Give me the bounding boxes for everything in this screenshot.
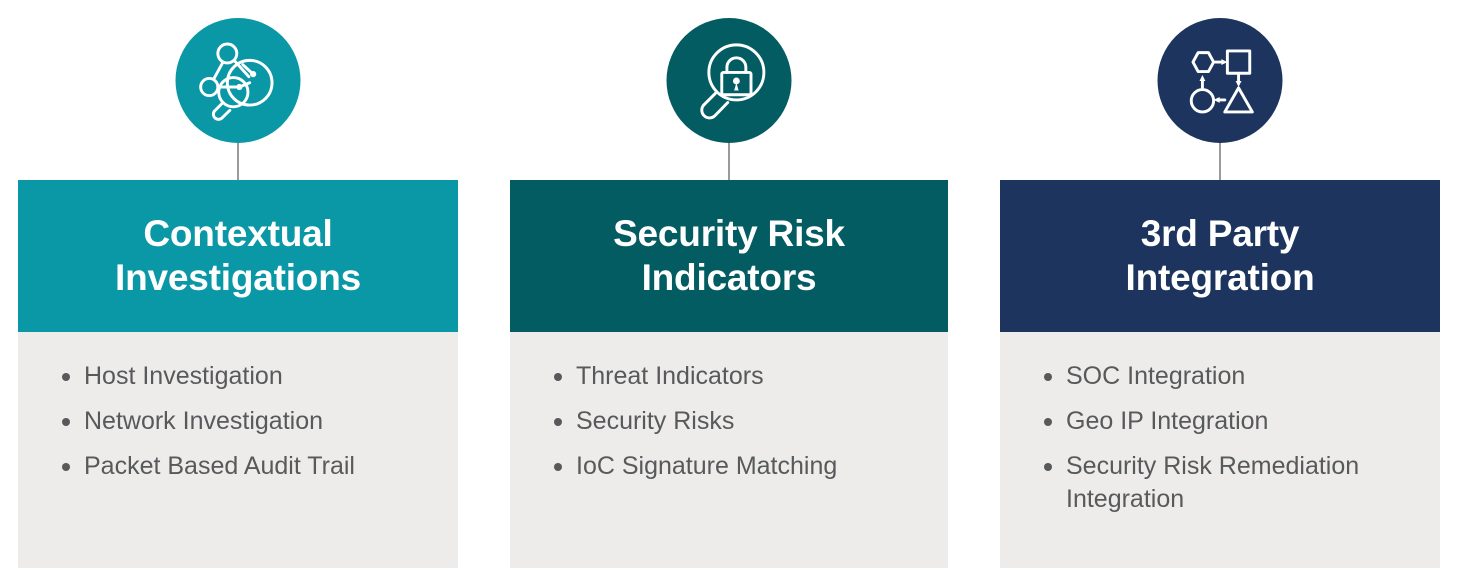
card-title: 3rd Party Integration — [1125, 213, 1315, 298]
card-header-security-risk-indicators: Security Risk Indicators — [510, 180, 948, 332]
shapes-workflow-integration-icon — [1177, 38, 1263, 124]
list-item-label: Packet Based Audit Trail — [84, 452, 355, 480]
bullet-dot-icon — [62, 463, 70, 471]
icon-badge-3rd-party-integration — [1157, 18, 1283, 143]
connector-line — [237, 143, 239, 181]
list-item: Security Risk Remediation Integration — [1022, 450, 1422, 516]
card-header-3rd-party-integration: 3rd Party Integration — [1000, 180, 1440, 332]
card-body-security-risk-indicators: Threat Indicators Security Risks IoC Sig… — [510, 332, 948, 568]
list-item: SOC Integration — [1022, 360, 1422, 393]
bullet-dot-icon — [62, 373, 70, 381]
list-item-label: Security Risk Remediation Integration — [1066, 452, 1360, 513]
feature-column-security-risk-indicators: Security Risk Indicators Threat Indicato… — [510, 0, 948, 584]
bullet-dot-icon — [1044, 373, 1052, 381]
list-item-label: Network Investigation — [84, 407, 324, 435]
card-body-contextual-investigations: Host Investigation Network Investigation… — [18, 332, 458, 568]
bullet-dot-icon — [1044, 418, 1052, 426]
list-item-label: SOC Integration — [1066, 362, 1246, 390]
card-title: Security Risk Indicators — [613, 213, 845, 298]
list-item: Security Risks — [532, 405, 930, 438]
connector-line — [728, 143, 730, 181]
list-item-label: Security Risks — [576, 407, 735, 435]
magnifier-padlock-icon — [686, 38, 772, 124]
feature-list: Threat Indicators Security Risks IoC Sig… — [532, 360, 930, 483]
list-item: Host Investigation — [40, 360, 440, 393]
feature-list: Host Investigation Network Investigation… — [40, 360, 440, 483]
bullet-dot-icon — [554, 373, 562, 381]
card-title: Contextual Investigations — [115, 213, 361, 298]
three-column-feature-diagram: Contextual Investigations Host Investiga… — [0, 0, 1459, 584]
list-item: Network Investigation — [40, 405, 440, 438]
list-item-label: IoC Signature Matching — [576, 452, 838, 480]
list-item-label: Host Investigation — [84, 362, 283, 390]
card-header-contextual-investigations: Contextual Investigations — [18, 180, 458, 332]
list-item: IoC Signature Matching — [532, 450, 930, 483]
bullet-dot-icon — [1044, 463, 1052, 471]
feature-list: SOC Integration Geo IP Integration Secur… — [1022, 360, 1422, 516]
list-item-label: Geo IP Integration — [1066, 407, 1269, 435]
icon-badge-security-risk-indicators — [666, 18, 792, 143]
network-graph-magnifier-icon — [195, 38, 281, 124]
list-item: Threat Indicators — [532, 360, 930, 393]
connector-line — [1219, 143, 1221, 181]
bullet-dot-icon — [554, 418, 562, 426]
list-item-label: Threat Indicators — [576, 362, 764, 390]
icon-badge-contextual-investigations — [175, 18, 301, 143]
bullet-dot-icon — [554, 463, 562, 471]
card-body-3rd-party-integration: SOC Integration Geo IP Integration Secur… — [1000, 332, 1440, 568]
list-item: Packet Based Audit Trail — [40, 450, 440, 483]
feature-column-3rd-party-integration: 3rd Party Integration SOC Integration Ge… — [1000, 0, 1440, 584]
feature-column-contextual-investigations: Contextual Investigations Host Investiga… — [18, 0, 458, 584]
bullet-dot-icon — [62, 418, 70, 426]
list-item: Geo IP Integration — [1022, 405, 1422, 438]
